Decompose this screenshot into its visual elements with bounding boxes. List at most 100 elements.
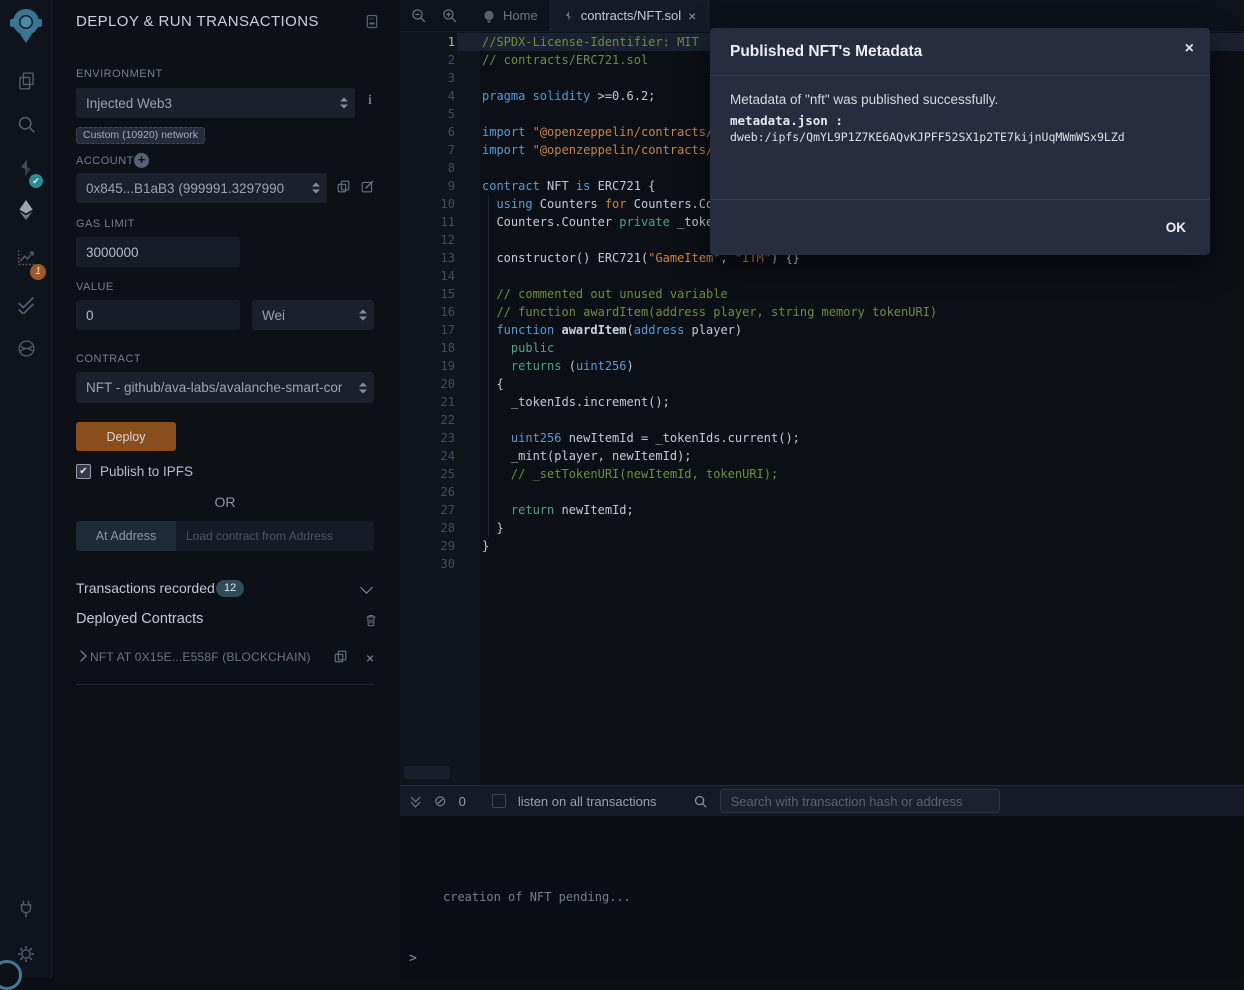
code-line[interactable]: return newItemId; bbox=[457, 501, 1244, 519]
tab-nft-sol[interactable]: contracts/NFT.sol × bbox=[550, 0, 710, 31]
code-line[interactable]: function awardItem(address player) bbox=[457, 321, 1244, 339]
modal-close-icon[interactable]: × bbox=[1185, 41, 1194, 57]
edit-account-icon[interactable] bbox=[360, 179, 375, 194]
listen-transactions-label: listen on all transactions bbox=[518, 794, 657, 809]
terminal-search-icon bbox=[693, 794, 708, 809]
line-number: 25 bbox=[400, 465, 455, 483]
analytics-icon[interactable]: 1 bbox=[0, 241, 52, 273]
transactions-collapse-icon[interactable] bbox=[360, 581, 373, 594]
code-line[interactable]: returns (uint256) bbox=[457, 357, 1244, 375]
remix-logo-icon[interactable] bbox=[0, 6, 52, 46]
copy-contract-icon[interactable] bbox=[333, 649, 348, 664]
code-line[interactable]: } bbox=[457, 537, 1244, 555]
code-line[interactable]: // _setTokenURI(newItemId, tokenURI); bbox=[457, 465, 1244, 483]
code-line[interactable] bbox=[457, 411, 1244, 429]
deploy-run-icon[interactable] bbox=[0, 194, 52, 226]
at-address-input[interactable] bbox=[176, 521, 374, 551]
terminal-prompt[interactable]: > bbox=[409, 951, 417, 966]
stepper-icon bbox=[359, 310, 367, 321]
or-text: OR bbox=[76, 494, 374, 510]
tab-close-icon[interactable]: × bbox=[688, 8, 696, 24]
tab-home[interactable]: Home bbox=[470, 0, 550, 31]
tab-file-label: contracts/NFT.sol bbox=[581, 8, 681, 23]
deployed-contracts-label: Deployed Contracts bbox=[76, 611, 203, 627]
add-account-icon[interactable]: + bbox=[134, 153, 149, 168]
deploy-button[interactable]: Deploy bbox=[76, 422, 176, 451]
zoom-in-icon[interactable] bbox=[441, 7, 458, 24]
environment-info-icon[interactable]: i bbox=[368, 93, 372, 109]
value-input[interactable] bbox=[76, 300, 240, 330]
line-number: 4 bbox=[400, 87, 455, 105]
code-line[interactable] bbox=[457, 267, 1244, 285]
line-number: 28 bbox=[400, 519, 455, 537]
code-line[interactable]: // function awardItem(address player, st… bbox=[457, 303, 1244, 321]
environment-select[interactable]: Injected Web3 bbox=[76, 88, 355, 118]
line-number: 21 bbox=[400, 393, 455, 411]
copy-account-icon[interactable] bbox=[336, 179, 351, 194]
line-number: 18 bbox=[400, 339, 455, 357]
code-line[interactable]: _mint(player, newItemId); bbox=[457, 447, 1244, 465]
line-number: 27 bbox=[400, 501, 455, 519]
line-number: 26 bbox=[400, 483, 455, 501]
deployed-contract-item[interactable]: NFT AT 0X15E...E558F (BLOCKCHAIN) bbox=[90, 650, 311, 664]
documentation-icon[interactable] bbox=[364, 13, 380, 30]
line-number: 24 bbox=[400, 447, 455, 465]
search-icon[interactable] bbox=[0, 108, 52, 140]
line-number: 3 bbox=[400, 69, 455, 87]
at-address-button[interactable]: At Address bbox=[76, 521, 176, 551]
trash-icon[interactable] bbox=[364, 613, 378, 628]
unit-testing-icon[interactable] bbox=[0, 287, 52, 319]
code-line[interactable] bbox=[457, 483, 1244, 501]
line-number: 7 bbox=[400, 141, 455, 159]
terminal-collapse-icon[interactable] bbox=[410, 795, 422, 807]
modal-message: Metadata of "nft" was published successf… bbox=[730, 92, 1190, 107]
gutter: 1234567891011121314151617181920212223242… bbox=[400, 33, 455, 573]
horizontal-scrollbar-thumb[interactable] bbox=[404, 766, 450, 779]
code-line[interactable]: public bbox=[457, 339, 1244, 357]
contract-select[interactable]: NFT - github/ava-labs/avalanche-smart-co… bbox=[76, 372, 374, 403]
code-line[interactable]: // commented out unused variable bbox=[457, 285, 1244, 303]
file-explorer-icon[interactable] bbox=[0, 64, 52, 96]
publish-ipfs-checkbox[interactable]: ✔ bbox=[76, 464, 91, 479]
transactions-recorded-label[interactable]: Transactions recorded bbox=[76, 580, 215, 596]
plugin-sphere-icon[interactable] bbox=[0, 332, 52, 364]
line-number: 2 bbox=[400, 51, 455, 69]
modal-body: Metadata of "nft" was published successf… bbox=[710, 76, 1210, 199]
deploy-run-panel: DEPLOY & RUN TRANSACTIONS ENVIRONMENT In… bbox=[52, 0, 400, 978]
value-unit-select[interactable]: Wei bbox=[252, 300, 374, 330]
remove-contract-icon[interactable]: × bbox=[366, 651, 374, 665]
terminal-search-input[interactable] bbox=[720, 789, 1000, 813]
transactions-count-badge: 12 bbox=[216, 580, 244, 597]
code-line[interactable] bbox=[457, 555, 1244, 573]
line-number: 9 bbox=[400, 177, 455, 195]
contract-value: NFT - github/ava-labs/avalanche-smart-co… bbox=[86, 380, 342, 395]
code-line[interactable]: _tokenIds.increment(); bbox=[457, 393, 1244, 411]
stepper-icon bbox=[340, 98, 348, 109]
listen-transactions-checkbox[interactable] bbox=[492, 794, 506, 808]
icon-rail: ✔ 1 bbox=[0, 0, 52, 978]
value-unit: Wei bbox=[262, 308, 285, 323]
line-number: 11 bbox=[400, 213, 455, 231]
code-line[interactable]: { bbox=[457, 375, 1244, 393]
zoom-out-icon[interactable] bbox=[410, 7, 427, 24]
modal-ok-button[interactable]: OK bbox=[1166, 220, 1186, 235]
tab-home-label: Home bbox=[503, 8, 538, 23]
publish-ipfs-label: Publish to IPFS bbox=[100, 464, 193, 479]
gas-limit-input[interactable] bbox=[76, 237, 240, 267]
clear-console-icon[interactable]: ⊘ bbox=[434, 794, 447, 809]
terminal: ⊘ 0 listen on all transactions creation … bbox=[400, 785, 1244, 978]
plugin-manager-icon[interactable] bbox=[0, 893, 52, 925]
line-number: 30 bbox=[400, 555, 455, 573]
line-number: 17 bbox=[400, 321, 455, 339]
solidity-compiler-icon[interactable]: ✔ bbox=[0, 152, 52, 184]
line-number: 15 bbox=[400, 285, 455, 303]
contract-expand-icon[interactable] bbox=[75, 650, 86, 661]
account-select[interactable]: 0x845...B1aB3 (999991.3297990 bbox=[76, 173, 327, 203]
modal-ipfs-link[interactable]: dweb:/ipfs/QmYL9P1Z7KE6AQvKJPFF52SX1p2TE… bbox=[730, 130, 1190, 144]
code-line[interactable]: } bbox=[457, 519, 1244, 537]
compiler-success-badge: ✔ bbox=[29, 174, 43, 188]
indent-guide bbox=[488, 195, 489, 537]
line-number: 16 bbox=[400, 303, 455, 321]
code-line[interactable]: uint256 newItemId = _tokenIds.current(); bbox=[457, 429, 1244, 447]
contract-label: CONTRACT bbox=[76, 353, 141, 365]
